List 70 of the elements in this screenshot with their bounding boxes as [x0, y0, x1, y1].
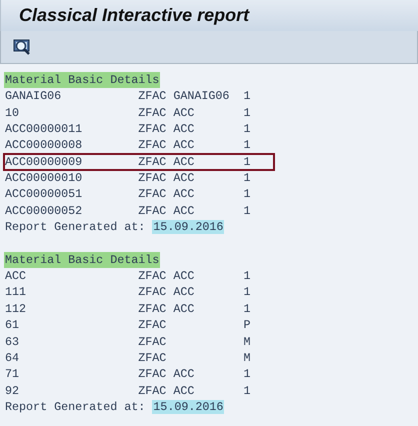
list-cell-text: 1 — [243, 104, 252, 122]
list-cell-text: 1 — [243, 268, 252, 284]
list-cell-text: ACC — [173, 366, 196, 383]
list-cell-text: ZFAC — [138, 154, 168, 170]
list-cell-text: 71 — [5, 366, 20, 383]
list-cell-text: 63 — [5, 334, 20, 350]
list-cell-text: ZFAC — [138, 334, 168, 350]
list-cell-text: ACC — [173, 186, 196, 203]
list-cell-text: 1 — [243, 137, 252, 154]
list-cell-text: ACC00000052 — [5, 202, 84, 220]
list-cell-text: ACC — [173, 170, 196, 186]
window-title: Classical Interactive report — [19, 5, 250, 26]
list-cell-text: ACC — [173, 154, 196, 170]
list-cell-text: ACC00000010 — [5, 170, 84, 186]
list-cell-text: 1 — [243, 154, 252, 170]
section-header: Material Basic Details — [4, 252, 160, 268]
list-cell-text: P — [243, 317, 252, 334]
list-cell-text: ZFAC — [138, 268, 168, 284]
list-cell-text: ACC — [173, 137, 196, 154]
list-cell-text: 1 — [243, 88, 252, 105]
list-cell-text: ACC — [173, 121, 196, 138]
report-label: Report Generated at: — [5, 220, 146, 234]
list-row[interactable]: ACC00000009 ZFAC ACC 1 — [4, 154, 274, 170]
list-cell-text: 10 — [5, 104, 20, 122]
list-cell-text: ACC — [173, 300, 196, 318]
list-cell-text: 1 — [243, 202, 252, 220]
list-cell-text: 92 — [5, 382, 20, 399]
list-cell-text: ACC00000008 — [5, 137, 84, 154]
list-cell-text: ACC00000051 — [5, 186, 84, 203]
list-cell-text: 61 — [5, 317, 20, 334]
section-header: Material Basic Details — [4, 72, 160, 88]
list-cell-text: 112 — [5, 300, 28, 318]
list-cell-text: GANAIG06 — [173, 88, 230, 105]
list-cell-text: 1 — [243, 300, 252, 318]
list-cell-text: ZFAC — [138, 88, 168, 105]
list-cell-text: ACC — [5, 268, 28, 284]
list-cell-text: ZFAC — [138, 366, 168, 383]
list-cell-text: ACC00000011 — [5, 121, 84, 138]
list-cell-text: 1 — [243, 366, 252, 383]
list-cell-text: ACC — [173, 268, 196, 284]
list-cell-text: 1 — [243, 284, 252, 301]
list-cell-text: 1 — [243, 170, 252, 186]
list-cell-text: ACC — [173, 104, 196, 122]
search-button[interactable] — [13, 38, 31, 56]
list-cell-text: ACC — [173, 284, 196, 301]
report-date: 15.09.2016 — [152, 400, 224, 414]
list-cell-text: ZFAC — [138, 137, 168, 154]
report-date: 15.09.2016 — [152, 220, 224, 234]
list-cell-text: ZFAC — [138, 202, 168, 220]
list-cell-text: ZFAC — [138, 382, 168, 399]
list-cell-text: ZFAC — [138, 121, 168, 138]
list-cell-text: ZFAC — [138, 284, 168, 301]
list-cell-text: ACC — [173, 202, 196, 220]
list-cell-text: 1 — [243, 121, 252, 138]
list-cell-text: GANAIG06 — [5, 88, 62, 105]
list-cell-text: ZFAC — [138, 317, 168, 334]
list-cell-text: M — [243, 350, 252, 366]
list-cell-text: 1 — [243, 382, 252, 399]
list-cell-text: M — [243, 334, 252, 350]
list-cell-text: 1 — [243, 186, 252, 203]
list-cell-text: ZFAC — [138, 350, 168, 366]
list-cell-text: ACC00000009 — [5, 154, 84, 170]
list-cell-text: ZFAC — [138, 104, 168, 122]
list-cell-text: ZFAC — [138, 300, 168, 318]
report-label: Report Generated at: — [5, 400, 146, 414]
list-cell-text: ACC — [173, 382, 196, 399]
list-cell-text: ZFAC — [138, 186, 168, 203]
list-cell-text: 64 — [5, 350, 20, 366]
list-cell-text: 111 — [5, 284, 28, 301]
list-cell-text: ZFAC — [138, 170, 168, 186]
